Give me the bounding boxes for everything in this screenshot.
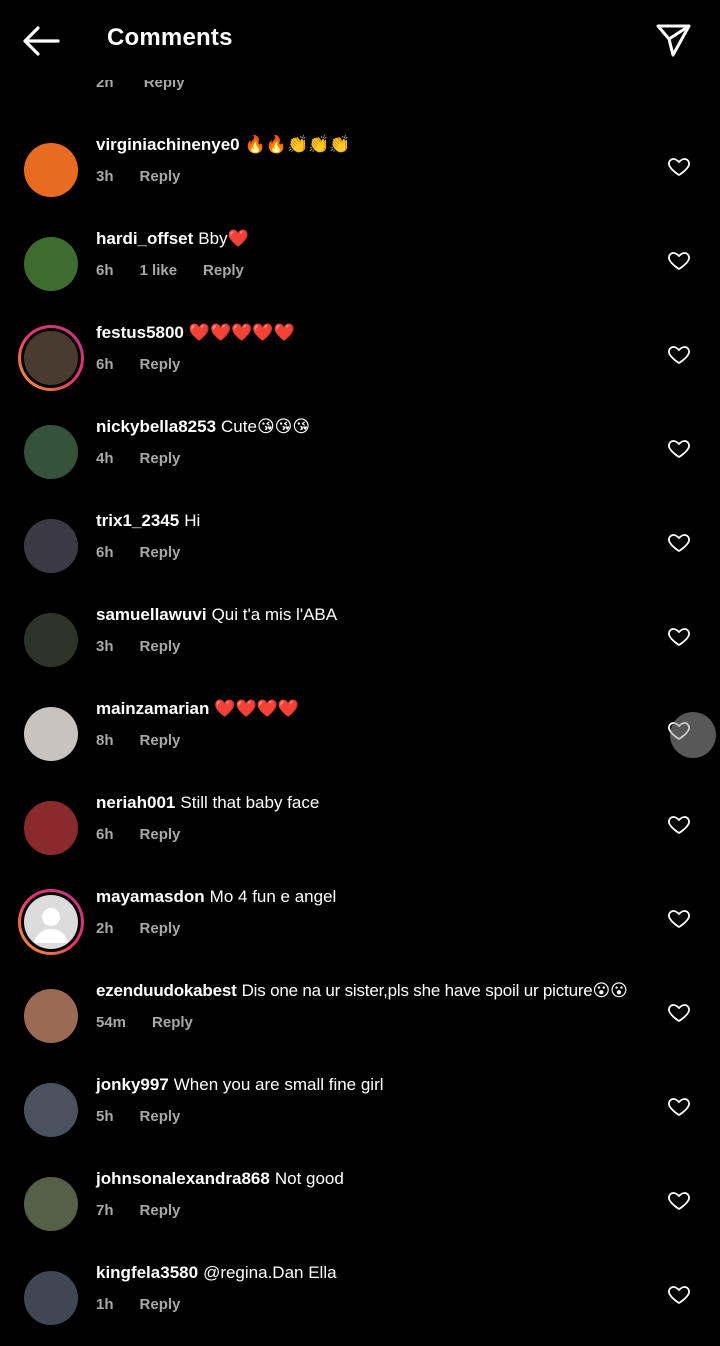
heart-icon[interactable] — [666, 812, 692, 836]
reply-button[interactable]: Reply — [140, 168, 181, 185]
comment-username[interactable]: festus5800 — [96, 323, 184, 342]
comment-text: @regina.Dan Ella — [203, 1263, 337, 1282]
arrow-left-icon[interactable] — [20, 22, 62, 60]
comment-row: ezenduudokabest Dis one na ur sister,pls … — [0, 970, 720, 1064]
comment-text: Qui t'a mis l'ABA — [211, 605, 338, 624]
comment-username[interactable]: johnsonalexandra868 — [96, 1169, 270, 1188]
heart-icon[interactable] — [666, 1282, 692, 1306]
comment-row: johnsonalexandra868 Not good 7h Reply — [0, 1158, 720, 1252]
comment-text: 🔥🔥👏👏👏 — [244, 135, 351, 154]
comment-time: 3h — [96, 168, 114, 185]
avatar[interactable] — [18, 419, 84, 485]
touch-indicator — [670, 712, 716, 758]
heart-icon[interactable] — [666, 248, 692, 272]
avatar[interactable] — [18, 607, 84, 673]
avatar[interactable] — [18, 889, 84, 955]
comment-row: trix1_2345 Hi 6h Reply — [0, 500, 720, 594]
comment-username[interactable]: samuellawuvi — [96, 605, 207, 624]
comment-time: 6h — [96, 826, 114, 843]
avatar[interactable] — [18, 325, 84, 391]
reply-button[interactable]: Reply — [140, 920, 181, 937]
reply-button[interactable]: Reply — [140, 826, 181, 843]
comment-time: 3h — [96, 638, 114, 655]
comment-time: 4h — [96, 450, 114, 467]
comment-time: 6h — [96, 356, 114, 373]
avatar[interactable] — [18, 795, 84, 861]
comment-row: festus5800 ❤️❤️❤️❤️❤️ 6h Reply — [0, 312, 720, 406]
comment-username[interactable]: virginiachinenye0 — [96, 135, 240, 154]
comment-username[interactable]: ezenduudokabest — [96, 981, 237, 1000]
like-count[interactable]: 1 like — [140, 262, 178, 279]
reply-button[interactable]: Reply — [140, 732, 181, 749]
heart-icon[interactable] — [666, 1000, 692, 1024]
reply-button[interactable]: Reply — [140, 1296, 181, 1313]
comment-username[interactable]: mayamasdon — [96, 887, 205, 906]
comment-time: 8h — [96, 732, 114, 749]
comment-row: samuellawuvi Qui t'a mis l'ABA 3h Reply — [0, 594, 720, 688]
reply-button[interactable]: Reply — [140, 450, 181, 467]
comment-row: neriah001 Still that baby face 6h Reply — [0, 782, 720, 876]
comment-text: Cute😘😘😘 — [221, 417, 311, 436]
comment-username[interactable]: mainzamarian — [96, 699, 209, 718]
comment-row: mainzamarian ❤️❤️❤️❤️ 8h Reply — [0, 688, 720, 782]
comment-text: ❤️❤️❤️❤️ — [214, 699, 300, 718]
send-icon[interactable] — [652, 20, 694, 60]
comment-text: Dis one na ur sister,pls she have spoil … — [241, 981, 628, 1000]
heart-icon[interactable] — [666, 436, 692, 460]
comment-time: 1h — [96, 1296, 114, 1313]
comment-text: Still that baby face — [180, 793, 320, 812]
comment-text: When you are small fine girl — [173, 1075, 384, 1094]
comment-text: Not good — [274, 1169, 344, 1188]
comment-text: Mo 4 fun e angel — [209, 887, 337, 906]
comment-row: virginiachinenye0 🔥🔥👏👏👏 3h Reply — [0, 124, 720, 218]
avatar[interactable] — [18, 513, 84, 579]
comment-time: 2h — [96, 920, 114, 937]
comment-time: 6h — [96, 262, 114, 279]
reply-button[interactable]: Reply — [140, 1108, 181, 1125]
header-bar: Comments — [0, 0, 720, 80]
heart-icon[interactable] — [666, 530, 692, 554]
avatar[interactable] — [18, 1077, 84, 1143]
avatar[interactable] — [18, 1265, 84, 1331]
heart-icon[interactable] — [666, 1094, 692, 1118]
comment-username[interactable]: neriah001 — [96, 793, 175, 812]
comment-time: 6h — [96, 544, 114, 561]
comment-row: hardi_offset Bby❤️ 6h 1 like Reply — [0, 218, 720, 312]
comment-text: ❤️❤️❤️❤️❤️ — [188, 323, 295, 342]
avatar[interactable] — [18, 231, 84, 297]
reply-button[interactable]: Reply — [140, 1202, 181, 1219]
comment-username[interactable]: kingfela3580 — [96, 1263, 198, 1282]
comment-username[interactable]: jonky997 — [96, 1075, 169, 1094]
reply-button[interactable]: Reply — [140, 356, 181, 373]
reply-button[interactable]: Reply — [152, 1014, 193, 1031]
comment-row: jonky997 When you are small fine girl 5h R… — [0, 1064, 720, 1158]
heart-icon[interactable] — [666, 1188, 692, 1212]
comment-time: 7h — [96, 1202, 114, 1219]
reply-button[interactable]: Reply — [140, 544, 181, 561]
comment-username[interactable]: trix1_2345 — [96, 511, 179, 530]
comment-text: Hi — [184, 511, 201, 530]
comment-username[interactable]: hardi_offset — [96, 229, 193, 248]
comment-time: 5h — [96, 1108, 114, 1125]
comment-row: nickybella8253 Cute😘😘😘 4h Reply — [0, 406, 720, 500]
avatar[interactable] — [18, 701, 84, 767]
comment-time: 54m — [96, 1014, 127, 1031]
default-profile-icon — [34, 908, 68, 943]
comment-username[interactable]: nickybella8253 — [96, 417, 216, 436]
page-title: Comments — [107, 24, 233, 51]
reply-button[interactable]: Reply — [203, 262, 244, 279]
heart-icon[interactable] — [666, 624, 692, 648]
heart-icon[interactable] — [666, 342, 692, 366]
comment-text: Bby❤️ — [198, 229, 249, 248]
comment-row: kingfela3580 @regina.Dan Ella 1h Reply — [0, 1252, 720, 1346]
avatar[interactable] — [18, 1171, 84, 1237]
comment-row: mayamasdon Mo 4 fun e angel 2h Reply — [0, 876, 720, 970]
avatar[interactable] — [18, 983, 84, 1049]
heart-icon[interactable] — [666, 906, 692, 930]
reply-button[interactable]: Reply — [140, 638, 181, 655]
heart-icon[interactable] — [666, 154, 692, 178]
avatar[interactable] — [18, 137, 84, 203]
